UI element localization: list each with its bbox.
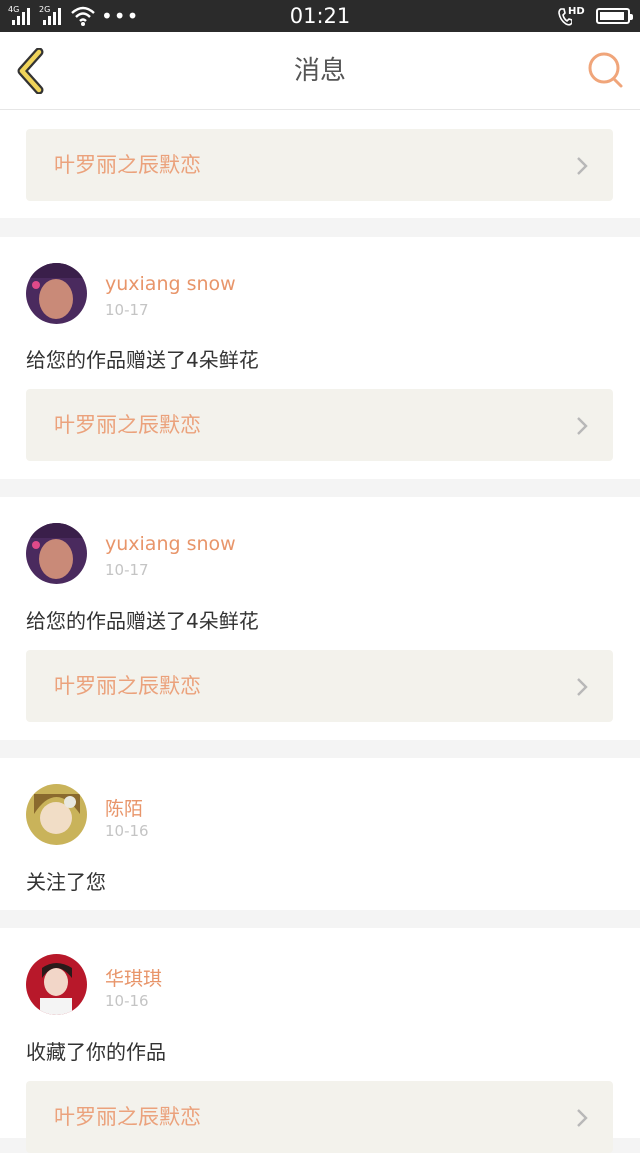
status-bar: 4G 2G ••• 01:21 HD [0,0,640,32]
notification-card: 叶罗丽之辰默恋 [0,110,640,218]
battery-level [600,12,624,20]
hd-call-icon: HD [558,5,585,27]
username[interactable]: 陈陌 [105,794,143,821]
work-link[interactable]: 叶罗丽之辰默恋 [26,1081,613,1153]
status-time: 01:21 [289,4,351,28]
search-button[interactable] [586,50,626,90]
work-title: 叶罗丽之辰默恋 [54,674,201,698]
username[interactable]: 华琪琪 [105,964,162,991]
chevron-right-icon [577,157,588,175]
work-title: 叶罗丽之辰默恋 [54,413,201,437]
user-row: 华琪琪 10-16 [26,954,616,1016]
work-link[interactable]: 叶罗丽之辰默恋 [26,389,613,461]
work-title: 叶罗丽之辰默恋 [54,153,201,177]
username[interactable]: yuxiang snow [105,533,236,555]
message-text: 给您的作品赠送了4朵鲜花 [26,609,259,633]
avatar[interactable] [26,784,87,845]
chevron-right-icon [577,417,588,435]
work-link[interactable]: 叶罗丽之辰默恋 [26,129,613,201]
timestamp: 10-17 [105,301,149,319]
timestamp: 10-17 [105,561,149,579]
avatar[interactable] [26,263,87,324]
timestamp: 10-16 [105,822,149,840]
timestamp: 10-16 [105,992,149,1010]
work-link[interactable]: 叶罗丽之辰默恋 [26,650,613,722]
status-right: HD [558,0,633,32]
username[interactable]: yuxiang snow [105,273,236,295]
message-text: 收藏了你的作品 [26,1040,166,1064]
battery-icon [596,8,633,24]
user-row: yuxiang snow 10-17 [26,263,616,325]
hd-badge: HD [568,6,585,17]
avatar[interactable] [26,523,87,584]
work-title: 叶罗丽之辰默恋 [54,1105,201,1129]
notification-card: yuxiang snow 10-17 给您的作品赠送了4朵鲜花 叶罗丽之辰默恋 [0,237,640,479]
chevron-right-icon [577,678,588,696]
chevron-right-icon [577,1109,588,1127]
nav-bar: 消息 [0,32,640,110]
user-row: 陈陌 10-16 [26,784,616,846]
notification-card: 华琪琪 10-16 收藏了你的作品 叶罗丽之辰默恋 [0,928,640,1153]
notification-card: 陈陌 10-16 关注了您 [0,758,640,910]
message-text: 关注了您 [26,870,106,894]
avatar[interactable] [26,954,87,1015]
page-title: 消息 [293,56,346,86]
user-row: yuxiang snow 10-17 [26,523,616,585]
notification-card: yuxiang snow 10-17 给您的作品赠送了4朵鲜花 叶罗丽之辰默恋 [0,497,640,740]
message-text: 给您的作品赠送了4朵鲜花 [26,348,259,372]
